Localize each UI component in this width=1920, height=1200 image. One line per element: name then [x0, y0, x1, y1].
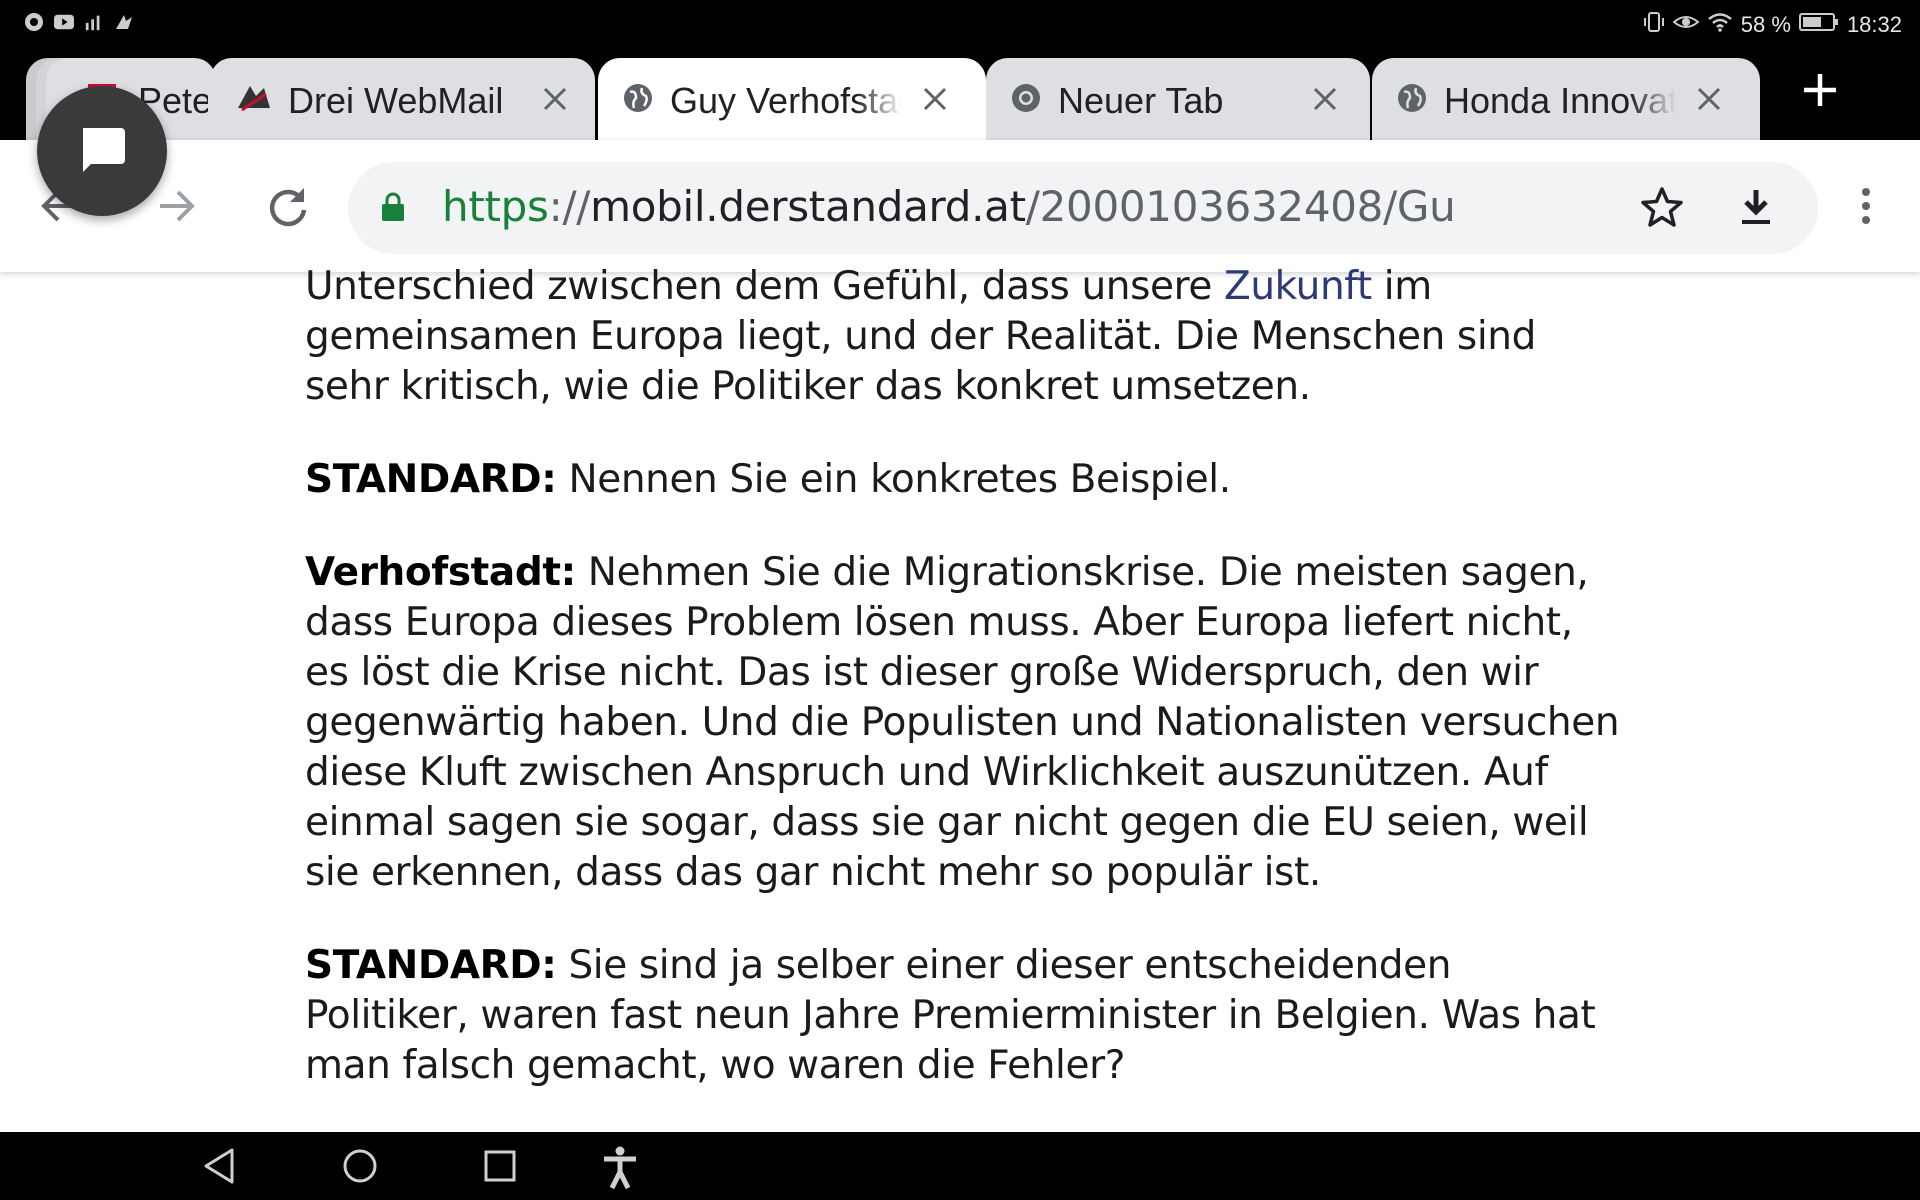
tab-drei-webmail[interactable]: Drei WebMail [210, 58, 595, 140]
new-tab-button[interactable] [1800, 70, 1840, 110]
signal-notification-icon [84, 12, 104, 32]
close-tab-icon[interactable] [540, 84, 570, 114]
url-text[interactable]: https://mobil.derstandard.at/20001036324… [442, 182, 1457, 231]
battery-icon [1798, 12, 1839, 38]
paragraph: STANDARD: Sie sind ja selber einer diese… [305, 941, 1625, 1091]
status-notifications [24, 12, 134, 32]
url-separator: :// [548, 182, 591, 231]
vibrate-icon [1643, 10, 1665, 40]
chat-icon [77, 124, 127, 178]
url-path: /2000103632408/Guy-Verhofstadt [1025, 182, 1457, 231]
status-system: 58 % 18:32 [1643, 10, 1902, 40]
tab-honda-innovations[interactable]: Honda Innovations [1372, 58, 1760, 140]
bookmark-star-icon[interactable] [1638, 184, 1686, 232]
paragraph-text: Unterschied zwischen dem Gefühl, dass un… [305, 264, 1224, 309]
tab-title: Drei WebMail [288, 80, 504, 121]
battery-percent: 58 % [1740, 12, 1791, 37]
speaker-label: Verhofstadt: [305, 550, 576, 595]
tab-neuer-tab[interactable]: Neuer Tab [986, 58, 1370, 140]
download-icon[interactable] [1732, 184, 1780, 232]
status-bar: 58 % 18:32 [0, 0, 1920, 48]
drei-logo-icon [236, 82, 270, 114]
zukunft-link[interactable]: Zukunft [1224, 264, 1372, 309]
close-tab-icon[interactable] [1310, 84, 1340, 114]
article-body: Unterschied zwischen dem Gefühl, dass un… [305, 262, 1625, 1134]
accessibility-icon[interactable] [600, 1146, 640, 1190]
floating-chat-bubble[interactable] [37, 86, 167, 216]
close-tab-icon[interactable] [1694, 84, 1724, 114]
paragraph-text: Nehmen Sie die Migrationskrise. Die meis… [305, 550, 1620, 895]
tab-title: Guy Verhofstadt [670, 80, 902, 121]
url-host: mobil.derstandard.at [590, 182, 1026, 231]
paragraph: STANDARD: Nennen Sie ein konkretes Beisp… [305, 455, 1625, 505]
sports-notification-icon [114, 12, 134, 32]
android-nav-bar [0, 1132, 1920, 1200]
lock-icon[interactable] [380, 192, 406, 222]
tab-title: Honda Innovations [1444, 80, 1676, 121]
speaker-label: STANDARD: [305, 457, 557, 502]
more-options-icon[interactable] [1842, 182, 1890, 230]
paragraph: Verhofstadt: Nehmen Sie die Migrationskr… [305, 548, 1625, 898]
tab-guy-verhofstadt[interactable]: Guy Verhofstadt [598, 58, 986, 140]
reload-button[interactable] [264, 182, 312, 230]
clock: 18:32 [1846, 12, 1902, 37]
address-bar[interactable]: https://mobil.derstandard.at/20001036324… [348, 162, 1818, 254]
paragraph: Unterschied zwischen dem Gefühl, dass un… [305, 262, 1625, 412]
tab-strip: Pete Drei WebMail Guy Verhofstadt Neuer … [0, 48, 1920, 140]
chrome-icon [1010, 82, 1042, 114]
close-tab-icon[interactable] [920, 84, 950, 114]
paragraph-text: Nennen Sie ein konkretes Beispiel. [556, 457, 1231, 502]
wifi-icon [1707, 12, 1733, 38]
youtube-notification-icon [54, 12, 74, 32]
url-scheme: https [442, 182, 549, 231]
nav-home-icon[interactable] [340, 1146, 380, 1186]
eye-comfort-icon [1672, 12, 1700, 38]
nav-back-icon[interactable] [200, 1146, 240, 1186]
speaker-label: STANDARD: [305, 943, 557, 988]
chrome-notification-icon [24, 12, 44, 32]
globe-icon [622, 82, 654, 114]
browser-toolbar: https://mobil.derstandard.at/20001036324… [0, 140, 1920, 272]
forward-button[interactable] [152, 182, 200, 230]
tab-title: Neuer Tab [1058, 80, 1224, 121]
nav-recents-icon[interactable] [480, 1146, 520, 1186]
globe-icon [1396, 82, 1428, 114]
